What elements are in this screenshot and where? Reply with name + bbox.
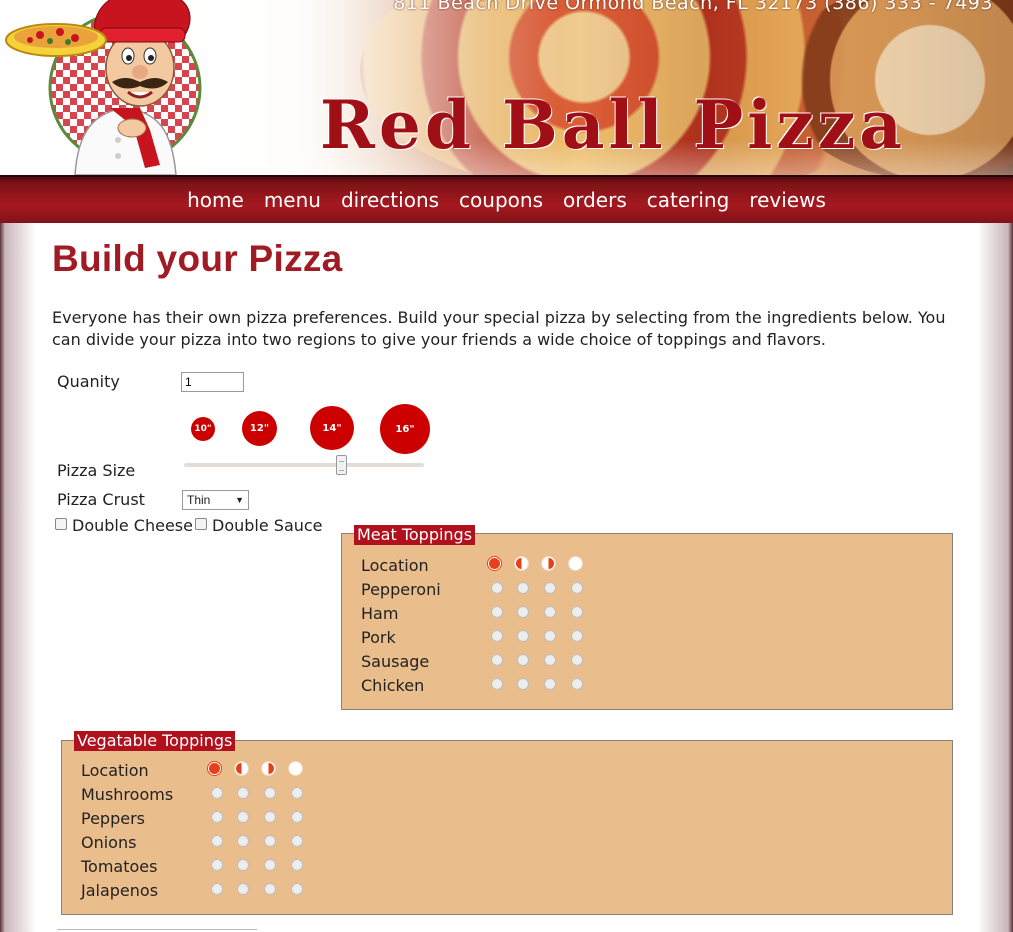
nav-coupons[interactable]: coupons xyxy=(449,188,553,212)
sausage-right-radio[interactable] xyxy=(544,654,556,666)
location-left-half-icon[interactable] xyxy=(235,762,248,775)
intro-text: Everyone has their own pizza preferences… xyxy=(52,308,946,349)
vegetable-toppings-panel xyxy=(61,740,953,915)
pepperoni-none-radio[interactable] xyxy=(571,582,583,594)
topping-sausage-label: Sausage xyxy=(361,652,430,671)
topping-peppers-label: Peppers xyxy=(81,809,145,828)
double-cheese-label: Double Cheese xyxy=(72,516,193,535)
topping-jalapenos-label: Jalapenos xyxy=(81,881,159,900)
onions-whole-radio[interactable] xyxy=(211,835,223,847)
location-none-icon[interactable] xyxy=(289,762,302,775)
peppers-right-radio[interactable] xyxy=(264,811,276,823)
sausage-left-radio[interactable] xyxy=(517,654,529,666)
topping-pepperoni-label: Pepperoni xyxy=(361,580,441,599)
quantity-input[interactable] xyxy=(181,372,244,392)
mushrooms-none-radio[interactable] xyxy=(291,787,303,799)
site-logo-text[interactable]: Red Ball Pizza xyxy=(320,86,906,164)
topping-mushrooms-label: Mushrooms xyxy=(81,785,174,804)
peppers-whole-radio[interactable] xyxy=(211,811,223,823)
chicken-whole-radio[interactable] xyxy=(491,678,503,690)
site-header: 811 Beach Drive Ormond Beach, FL 32173 (… xyxy=(0,0,1013,175)
location-right-half-icon[interactable] xyxy=(262,762,275,775)
crust-selected-value: Thin xyxy=(187,493,211,507)
pepperoni-left-radio[interactable] xyxy=(517,582,529,594)
topping-onions-label: Onions xyxy=(81,833,137,852)
double-sauce-checkbox[interactable] xyxy=(195,518,207,530)
meat-location-label: Location xyxy=(361,556,429,575)
size-option-14[interactable]: 14" xyxy=(310,406,354,450)
nav-menu[interactable]: menu xyxy=(254,188,331,212)
main-content: Build your Pizza xyxy=(52,238,962,280)
nav-home[interactable]: home xyxy=(177,188,254,212)
crust-select[interactable]: Thin ▼ xyxy=(182,490,249,510)
tomatoes-left-radio[interactable] xyxy=(237,859,249,871)
veg-location-label: Location xyxy=(81,761,149,780)
ham-right-radio[interactable] xyxy=(544,606,556,618)
mushrooms-whole-radio[interactable] xyxy=(211,787,223,799)
chicken-left-radio[interactable] xyxy=(517,678,529,690)
onions-none-radio[interactable] xyxy=(291,835,303,847)
nav-orders[interactable]: orders xyxy=(553,188,637,212)
size-slider-track[interactable] xyxy=(184,463,424,467)
size-option-12[interactable]: 12" xyxy=(242,411,277,446)
nav-catering[interactable]: catering xyxy=(637,188,740,212)
pork-left-radio[interactable] xyxy=(517,630,529,642)
tomatoes-none-radio[interactable] xyxy=(291,859,303,871)
onions-right-radio[interactable] xyxy=(264,835,276,847)
topping-pork-label: Pork xyxy=(361,628,396,647)
peppers-none-radio[interactable] xyxy=(291,811,303,823)
topping-ham-label: Ham xyxy=(361,604,399,623)
sausage-none-radio[interactable] xyxy=(571,654,583,666)
page-title: Build your Pizza xyxy=(52,238,343,279)
section-divider xyxy=(57,929,257,930)
size-option-16[interactable]: 16" xyxy=(380,404,430,454)
pork-none-radio[interactable] xyxy=(571,630,583,642)
location-left-half-icon[interactable] xyxy=(515,557,528,570)
pepperoni-right-radio[interactable] xyxy=(544,582,556,594)
ham-whole-radio[interactable] xyxy=(491,606,503,618)
chevron-down-icon: ▼ xyxy=(235,495,244,505)
jalapenos-none-radio[interactable] xyxy=(291,883,303,895)
mushrooms-left-radio[interactable] xyxy=(237,787,249,799)
double-cheese-checkbox[interactable] xyxy=(55,518,67,530)
location-whole-icon[interactable] xyxy=(208,762,221,775)
nav-reviews[interactable]: reviews xyxy=(739,188,836,212)
mushrooms-right-radio[interactable] xyxy=(264,787,276,799)
tomatoes-right-radio[interactable] xyxy=(264,859,276,871)
nav-directions[interactable]: directions xyxy=(331,188,449,212)
peppers-left-radio[interactable] xyxy=(237,811,249,823)
meat-toppings-panel xyxy=(341,533,953,710)
topping-tomatoes-label: Tomatoes xyxy=(81,857,158,876)
size-option-10[interactable]: 10" xyxy=(191,417,215,441)
jalapenos-right-radio[interactable] xyxy=(264,883,276,895)
onions-left-radio[interactable] xyxy=(237,835,249,847)
topping-chicken-label: Chicken xyxy=(361,676,425,695)
location-right-half-icon[interactable] xyxy=(542,557,555,570)
jalapenos-whole-radio[interactable] xyxy=(211,883,223,895)
pepperoni-whole-radio[interactable] xyxy=(491,582,503,594)
chicken-none-radio[interactable] xyxy=(571,678,583,690)
ham-none-radio[interactable] xyxy=(571,606,583,618)
sausage-whole-radio[interactable] xyxy=(491,654,503,666)
location-none-icon[interactable] xyxy=(569,557,582,570)
main-nav: home menu directions coupons orders cate… xyxy=(0,175,1013,223)
tomatoes-whole-radio[interactable] xyxy=(211,859,223,871)
size-slider-handle[interactable] xyxy=(336,455,347,475)
meat-toppings-title: Meat Toppings xyxy=(354,525,476,545)
header-address: 811 Beach Drive Ormond Beach, FL 32173 (… xyxy=(393,0,993,14)
chef-mascot-logo[interactable] xyxy=(0,0,210,175)
pizza-size-label: Pizza Size xyxy=(57,461,136,480)
jalapenos-left-radio[interactable] xyxy=(237,883,249,895)
ham-left-radio[interactable] xyxy=(517,606,529,618)
quantity-label: Quanity xyxy=(57,372,120,391)
pork-right-radio[interactable] xyxy=(544,630,556,642)
vegetable-toppings-title: Vegatable Toppings xyxy=(74,731,236,751)
location-whole-icon[interactable] xyxy=(488,557,501,570)
chicken-right-radio[interactable] xyxy=(544,678,556,690)
pork-whole-radio[interactable] xyxy=(491,630,503,642)
double-sauce-label: Double Sauce xyxy=(212,516,323,535)
pizza-crust-label: Pizza Crust xyxy=(57,490,145,509)
